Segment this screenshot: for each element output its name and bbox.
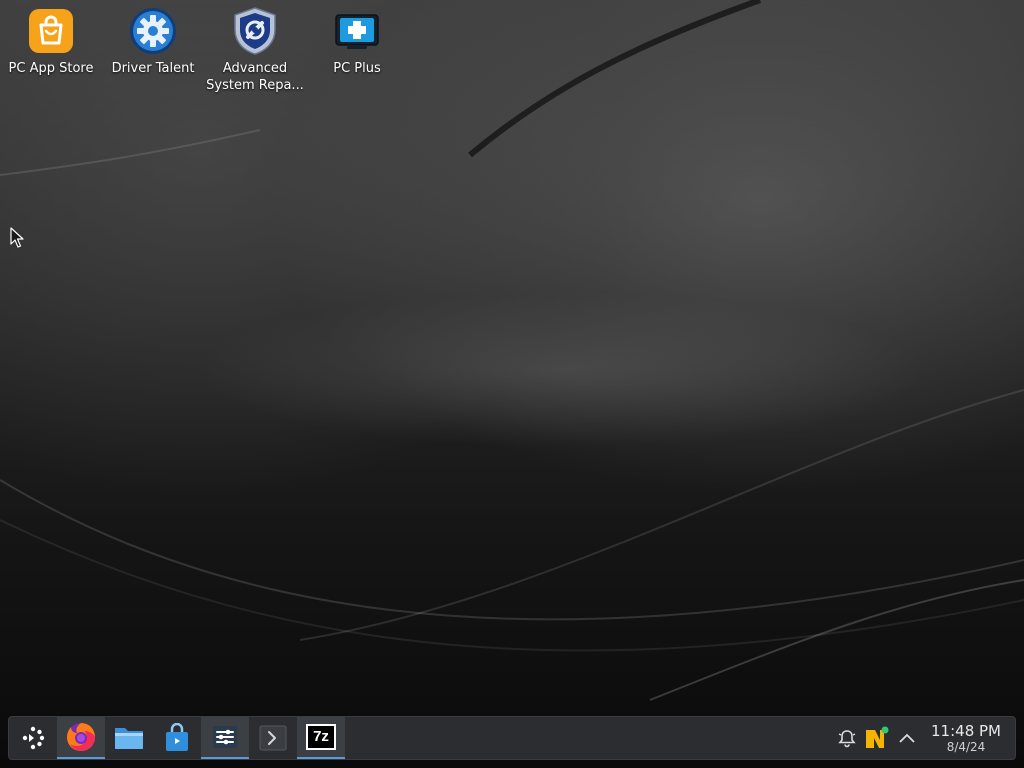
taskbar-file-manager-button[interactable]: [105, 717, 153, 759]
clock-date: 8/4/24: [946, 739, 986, 754]
expand-tray-icon[interactable]: [893, 724, 921, 752]
taskbar-7zip-button[interactable]: 7z: [297, 717, 345, 759]
gear-icon: [128, 6, 178, 56]
clock-time: 11:48 PM: [931, 721, 1001, 740]
taskbar-discover-button[interactable]: [153, 717, 201, 759]
desktop-icon-label: PC App Store: [8, 61, 94, 76]
sliders-icon: [213, 726, 237, 748]
launcher-icon: [22, 726, 45, 750]
desktop[interactable]: PC App Store Driver Talent Advanced Syst…: [0, 0, 1024, 768]
app-launcher-button[interactable]: [9, 717, 57, 759]
folder-icon: [115, 728, 143, 749]
medical-cross-icon: [332, 6, 382, 56]
mouse-cursor-icon: [10, 227, 24, 248]
shield-wrench-icon: [230, 6, 280, 56]
updates-icon[interactable]: [863, 724, 891, 752]
7z-icon-text: 7z: [308, 726, 334, 748]
desktop-icon-driver-talent[interactable]: Driver Talent: [103, 6, 203, 77]
desktop-icon-label: Advanced System Repa...: [206, 61, 304, 93]
clock[interactable]: 11:48 PM 8/4/24: [931, 721, 1001, 754]
desktop-icon-advanced-system-repair[interactable]: Advanced System Repa...: [205, 6, 305, 94]
wallpaper-waves: [0, 0, 1024, 701]
taskbar-system-settings-button[interactable]: [201, 717, 249, 759]
taskbar: 7z 11:48 PM 8/4/24: [8, 716, 1016, 760]
terminal-icon: [259, 725, 287, 751]
desktop-icon-pc-app-store[interactable]: PC App Store: [1, 6, 101, 77]
desktop-icon-label: PC Plus: [333, 61, 381, 76]
7z-icon: 7z: [306, 724, 336, 750]
desktop-icon-label: Driver Talent: [111, 61, 195, 76]
taskbar-firefox-button[interactable]: [57, 717, 105, 759]
shopping-bag-icon: [26, 6, 76, 56]
desktop-icon-pc-plus[interactable]: PC Plus: [307, 6, 407, 77]
notifications-bell-icon[interactable]: [833, 724, 861, 752]
store-bag-icon: [166, 723, 188, 751]
firefox-icon: [67, 723, 95, 751]
taskbar-terminal-button[interactable]: [249, 717, 297, 759]
system-tray: 11:48 PM 8/4/24: [831, 717, 1015, 759]
